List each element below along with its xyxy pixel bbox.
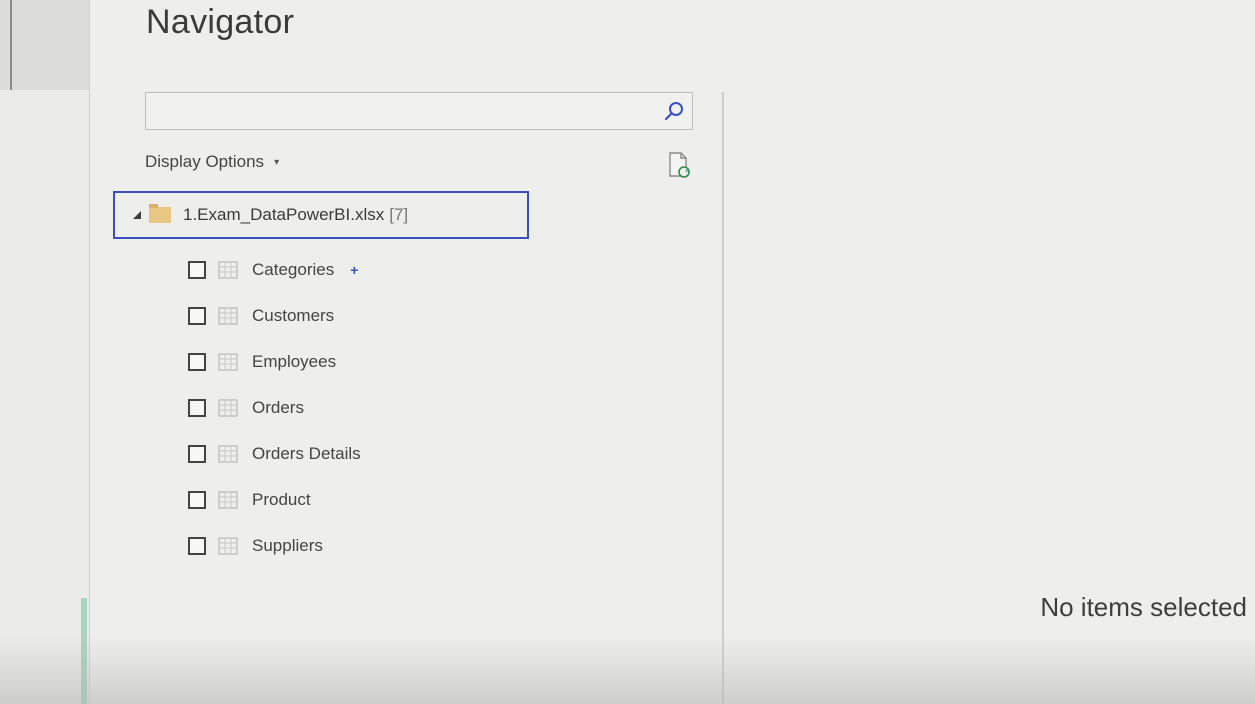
display-options-dropdown[interactable]: Display Options ▾ <box>145 152 279 172</box>
table-icon <box>218 491 238 509</box>
background-ribbon <box>0 0 90 90</box>
plus-icon: + <box>350 262 359 278</box>
workbook-name: 1.Exam_DataPowerBI.xlsx <box>183 205 385 224</box>
navigator-dialog: Navigator Display Options ▾ 1.Exam_DataP… <box>90 0 1255 704</box>
tree-item-orders-details[interactable]: Orders Details <box>188 431 361 477</box>
tree-item-orders[interactable]: Orders <box>188 385 361 431</box>
tree-item-categories[interactable]: Categories + <box>188 247 361 293</box>
item-checkbox[interactable] <box>188 261 206 279</box>
dialog-title: Navigator <box>146 3 295 41</box>
item-label: Suppliers <box>252 536 323 555</box>
display-options-label: Display Options <box>145 152 265 171</box>
refresh-file-icon[interactable] <box>666 150 692 180</box>
item-label: Employees <box>252 352 337 371</box>
item-label: Categories <box>252 260 335 279</box>
expand-triangle-icon[interactable] <box>133 211 141 219</box>
item-label: Orders Details <box>252 444 361 463</box>
folder-icon <box>149 204 171 223</box>
chevron-down-icon: ▾ <box>274 156 280 168</box>
table-icon <box>218 537 238 555</box>
background-app-pane <box>0 0 90 704</box>
item-checkbox[interactable] <box>188 445 206 463</box>
preview-empty-message: No items selected <box>1040 592 1247 622</box>
tree-items-list: Categories + Customers Employees Orders … <box>188 247 361 569</box>
item-checkbox[interactable] <box>188 399 206 417</box>
table-icon <box>218 445 238 463</box>
table-icon <box>218 261 238 279</box>
item-checkbox[interactable] <box>188 307 206 325</box>
table-icon <box>218 353 238 371</box>
tree-root-workbook[interactable]: 1.Exam_DataPowerBI.xlsx [7] <box>113 191 529 239</box>
workbook-item-count: [7] <box>389 205 409 224</box>
search-icon[interactable] <box>662 99 686 123</box>
item-label: Customers <box>252 306 335 325</box>
item-checkbox[interactable] <box>188 537 206 555</box>
panel-divider <box>722 92 724 704</box>
tree-item-customers[interactable]: Customers <box>188 293 361 339</box>
table-icon <box>218 307 238 325</box>
table-icon <box>218 399 238 417</box>
item-label: Orders <box>252 398 304 417</box>
window-edge <box>10 0 12 90</box>
item-checkbox[interactable] <box>188 353 206 371</box>
search-box[interactable] <box>145 92 693 130</box>
search-input[interactable] <box>152 99 646 125</box>
tree-item-employees[interactable]: Employees <box>188 339 361 385</box>
item-checkbox[interactable] <box>188 491 206 509</box>
item-label: Product <box>252 490 311 509</box>
scrollbar-accent <box>81 598 87 704</box>
tree-item-suppliers[interactable]: Suppliers <box>188 523 361 569</box>
tree-item-product[interactable]: Product <box>188 477 361 523</box>
